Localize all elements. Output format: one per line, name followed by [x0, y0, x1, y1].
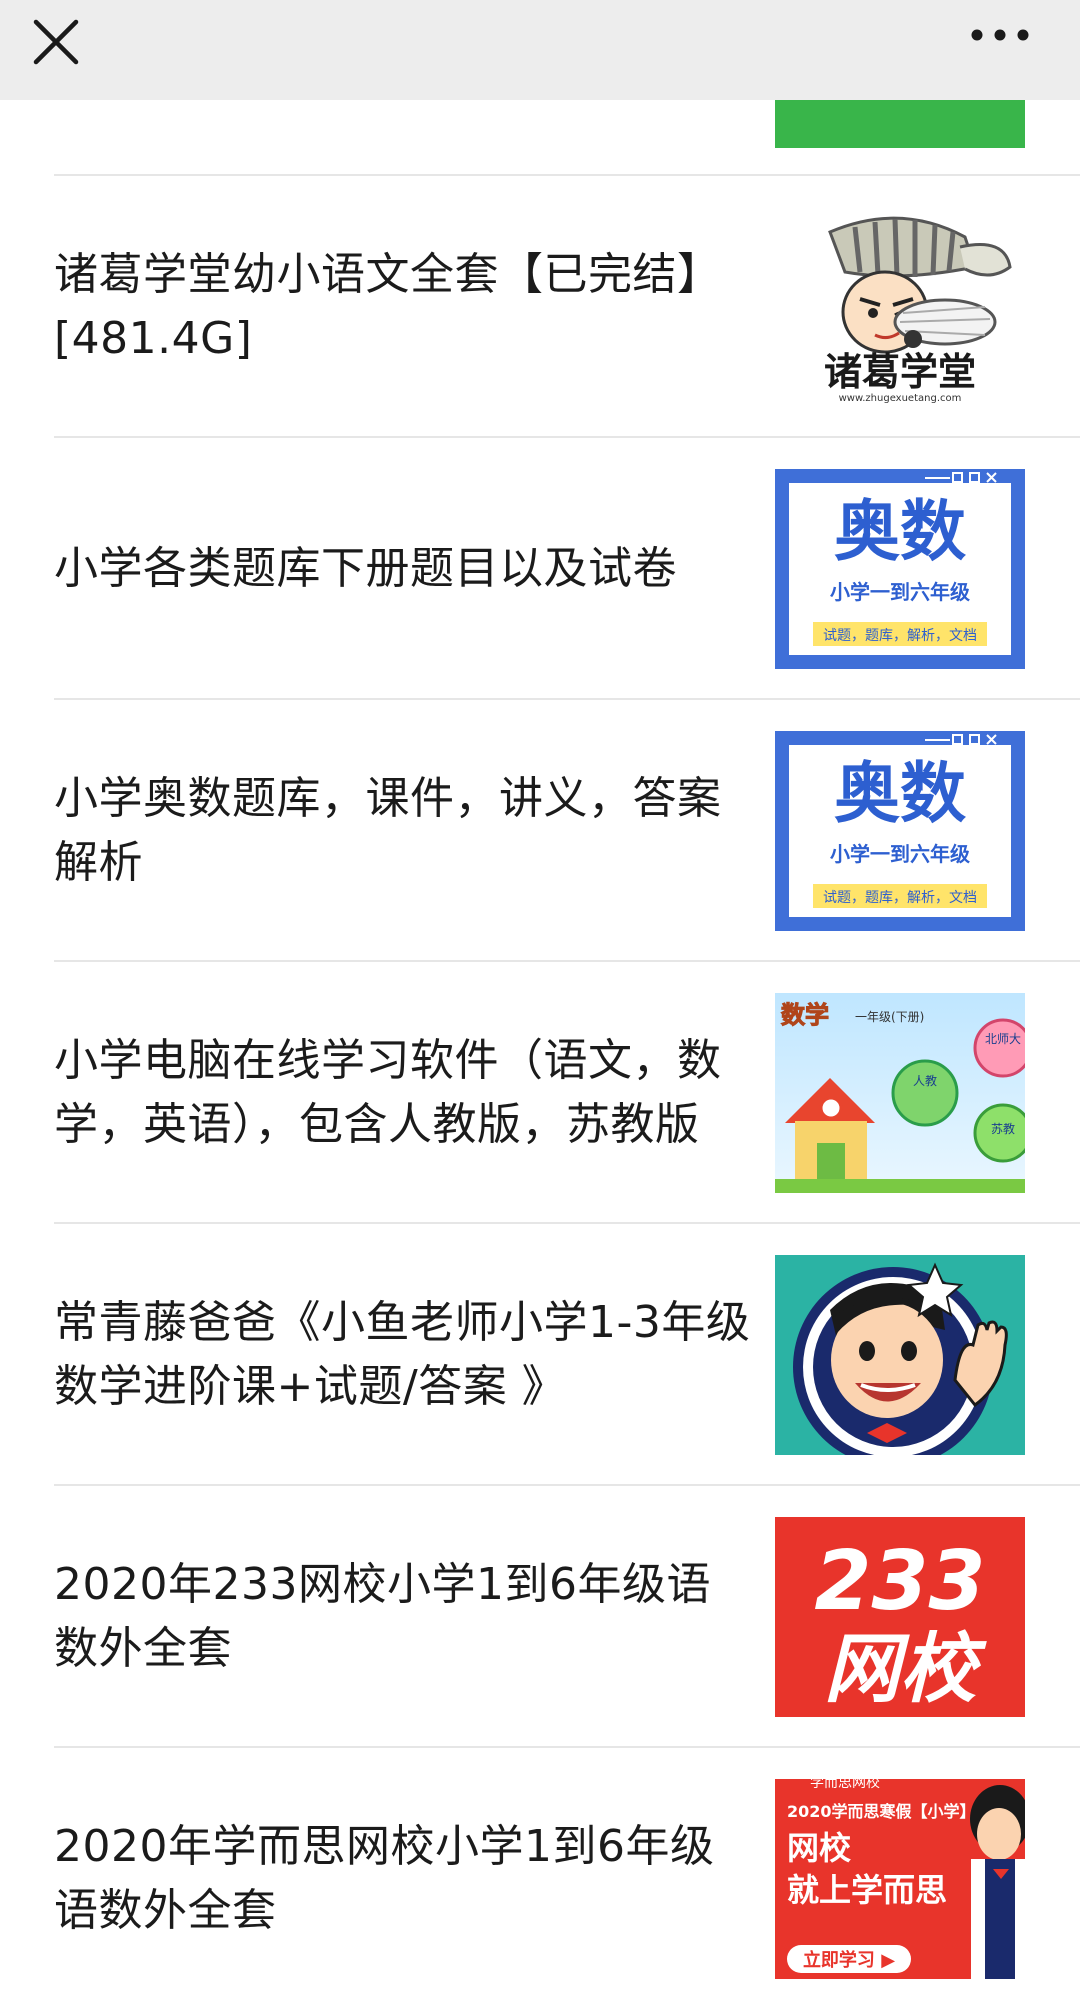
item-title[interactable]: 小学电脑在线学习软件（语文，数学，英语），包含人教版，苏教版	[54, 962, 754, 1224]
list-item-tiku[interactable]: 小学各类题库下册题目以及试卷 奥数 小学一到六年级 试题，题库，解析，文档	[0, 438, 1080, 700]
ad-top-text: 学而思网校	[810, 1779, 880, 1791]
cover-sub-text: 小学一到六年级	[830, 580, 970, 604]
logo-url: www.zhugexuetang.com	[839, 393, 962, 404]
cover-sub-text: 小学一到六年级	[830, 842, 970, 866]
list-item-software[interactable]: 小学电脑在线学习软件（语文，数学，英语），包含人教版，苏教版 数学 一年级(下册…	[0, 962, 1080, 1224]
cartoon-teacher-image[interactable]	[775, 1255, 1025, 1455]
item-title[interactable]: 2020年学而思网校小学1到6年级语数外全套	[54, 1748, 754, 2004]
item-title[interactable]: 2020年233网校小学1到6年级语数外全套	[54, 1486, 754, 1748]
list-item-xiaoyu[interactable]: 常青藤爸爸《小鱼老师小学1-3年级数学进阶课+试题/答案 》	[0, 1224, 1080, 1486]
logo-line1: 233	[814, 1534, 985, 1629]
zhuge-logo-image[interactable]: 诸葛学堂 www.zhugexuetang.com	[775, 207, 1025, 407]
logo-line2: 网校	[824, 1624, 987, 1713]
cover-tag-text: 试题，题库，解析，文档	[823, 628, 977, 644]
article-list: 诸葛学堂幼小语文全套【已完结】[481.4G] 诸葛学堂 www.zhugexu…	[0, 0, 1080, 2004]
top-navigation-bar	[0, 0, 1080, 100]
close-icon[interactable]	[22, 8, 90, 76]
xueersi-ad-image[interactable]: 学而思网校 2020学而思寒假【小学】 网校 就上学而思 立即学习 ▶	[775, 1779, 1025, 1979]
software-label-a: 人教	[913, 1073, 937, 1088]
ad-line2: 就上学而思	[787, 1871, 947, 1909]
item-title[interactable]: 常青藤爸爸《小鱼老师小学1-3年级数学进阶课+试题/答案 》	[54, 1224, 754, 1486]
ad-button-text: 立即学习 ▶	[803, 1949, 895, 1971]
math-software-image[interactable]: 数学 一年级(下册) 人教 苏教 北师大	[775, 993, 1025, 1193]
aoshu-cover-image[interactable]: 奥数 小学一到六年级 试题，题库，解析，文档	[775, 731, 1025, 931]
software-math-label: 数学	[781, 1001, 829, 1029]
software-label-c: 北师大	[985, 1032, 1021, 1046]
list-item-xueersi[interactable]: 2020年学而思网校小学1到6年级语数外全套 学而思网校 2020学而思寒假【小…	[0, 1748, 1080, 2004]
ad-line1: 网校	[787, 1829, 851, 1867]
cover-big-text: 奥数	[834, 493, 966, 570]
list-item-233[interactable]: 2020年233网校小学1到6年级语数外全套 233 网校	[0, 1486, 1080, 1748]
item-title[interactable]: 诸葛学堂幼小语文全套【已完结】[481.4G]	[54, 176, 754, 438]
cover-big-text: 奥数	[834, 755, 966, 832]
item-title[interactable]: 小学各类题库下册题目以及试卷	[54, 438, 754, 700]
logo-text: 诸葛学堂	[824, 350, 976, 394]
233-logo-image[interactable]: 233 网校	[775, 1517, 1025, 1717]
partial-thumbnail[interactable]	[775, 100, 1025, 148]
list-item-zhuge[interactable]: 诸葛学堂幼小语文全套【已完结】[481.4G] 诸葛学堂 www.zhugexu…	[0, 176, 1080, 438]
more-icon[interactable]	[960, 10, 1040, 70]
cover-tag-text: 试题，题库，解析，文档	[823, 890, 977, 906]
aoshu-cover-image[interactable]: 奥数 小学一到六年级 试题，题库，解析，文档	[775, 469, 1025, 669]
list-item-aoshu[interactable]: 小学奥数题库，课件，讲义，答案解析 奥数 小学一到六年级 试题，题库，解析，文档	[0, 700, 1080, 962]
software-grade-label: 一年级(下册)	[855, 1010, 924, 1024]
item-title[interactable]: 小学奥数题库，课件，讲义，答案解析	[54, 700, 754, 962]
software-label-b: 苏教	[991, 1121, 1015, 1136]
ad-headline: 2020学而思寒假【小学】	[787, 1802, 976, 1821]
